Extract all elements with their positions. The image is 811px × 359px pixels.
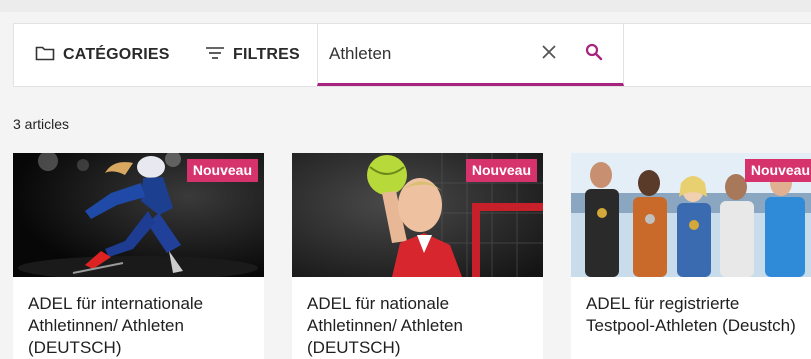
- new-badge: Nouveau: [465, 159, 537, 182]
- search-icon[interactable]: [584, 42, 604, 62]
- article-title: ADEL für internationale Athletinnen/ Ath…: [28, 294, 204, 357]
- article-title: ADEL für registrierte Testpool-Athleten …: [586, 294, 796, 335]
- close-icon[interactable]: [539, 42, 559, 62]
- article-card[interactable]: Nouveau ADEL für registrierte Testpool-A…: [571, 153, 811, 359]
- article-card[interactable]: Nouveau ADEL für internationale Athletin…: [13, 153, 264, 359]
- search-box: [317, 24, 624, 86]
- article-image: Nouveau: [13, 153, 264, 277]
- folder-icon: [35, 45, 55, 66]
- article-image: Nouveau: [571, 153, 811, 277]
- filters-label: FILTRES: [233, 46, 300, 63]
- categories-label: CATÉGORIES: [63, 46, 170, 63]
- filters-button[interactable]: FILTRES: [205, 24, 317, 86]
- article-image: Nouveau: [292, 153, 543, 277]
- article-title: ADEL für nationale Athletinnen/ Athleten…: [307, 294, 463, 357]
- filter-lines-icon: [205, 46, 225, 65]
- categories-button[interactable]: CATÉGORIES: [14, 24, 205, 86]
- new-badge: Nouveau: [186, 159, 258, 182]
- top-strip: [0, 0, 811, 12]
- toolbar: CATÉGORIES FILTRES: [13, 23, 811, 87]
- article-card[interactable]: Nouveau ADEL für nationale Athletinnen/ …: [292, 153, 543, 359]
- new-badge: Nouveau: [744, 159, 811, 182]
- search-input[interactable]: [318, 24, 528, 83]
- results-count: 3 articles: [13, 116, 70, 132]
